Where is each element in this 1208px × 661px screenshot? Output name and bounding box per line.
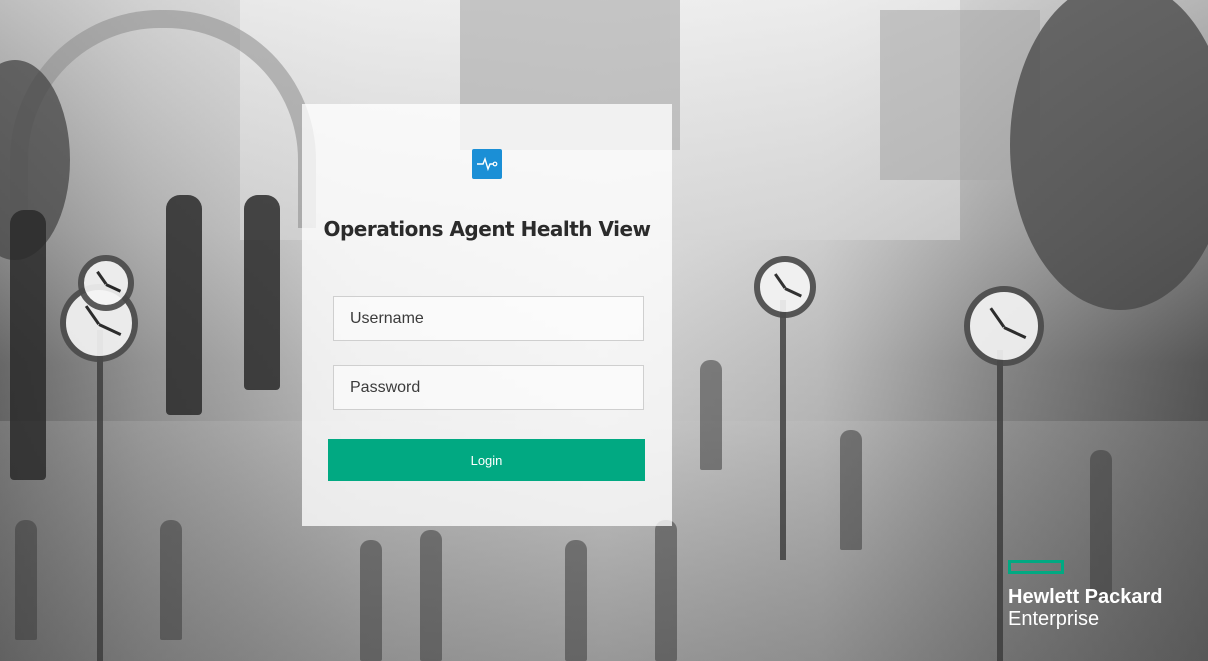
company-name-line2: Enterprise bbox=[1008, 608, 1100, 630]
hpe-logo: Hewlett Packard Enterprise bbox=[1008, 560, 1203, 630]
login-button[interactable]: Login bbox=[328, 439, 645, 481]
page-title: Operations Agent Health View bbox=[323, 217, 651, 241]
company-name-line1: Hewlett Packard bbox=[1008, 586, 1163, 608]
login-screen: Operations Agent Health View Login Hewle… bbox=[0, 0, 1208, 661]
login-panel: Operations Agent Health View Login bbox=[302, 104, 672, 526]
hpe-element-icon bbox=[1008, 560, 1064, 574]
password-input[interactable] bbox=[333, 365, 644, 410]
pulse-monitor-icon bbox=[472, 149, 502, 179]
username-input[interactable] bbox=[333, 296, 644, 341]
